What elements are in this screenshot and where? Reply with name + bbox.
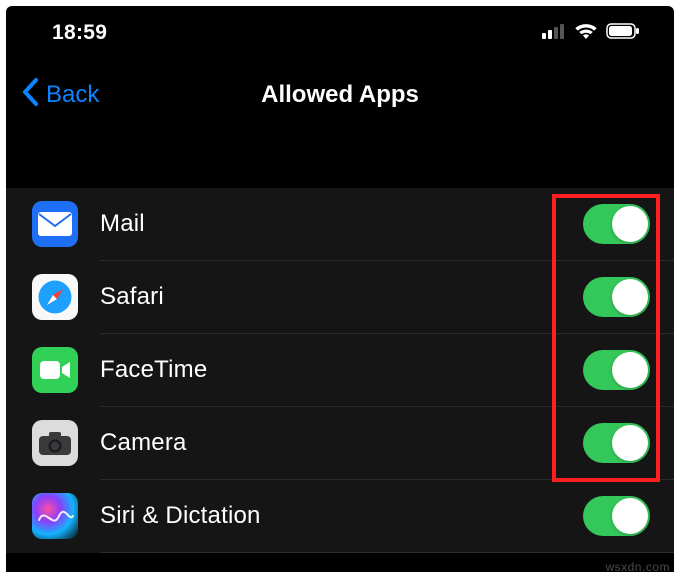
- row-label: Siri & Dictation: [100, 502, 261, 530]
- allowed-apps-list: Mail Safari FaceTime: [6, 188, 674, 553]
- camera-icon: [32, 420, 78, 466]
- toggle-safari[interactable]: [583, 277, 650, 317]
- row-label: FaceTime: [100, 356, 207, 384]
- back-label: Back: [46, 81, 99, 109]
- status-indicators: [542, 22, 640, 45]
- toggle-siri[interactable]: [583, 496, 650, 536]
- row-label: Mail: [100, 210, 145, 238]
- row-camera: Camera: [6, 407, 674, 479]
- wifi-icon: [574, 22, 598, 45]
- row-label: Camera: [100, 429, 187, 457]
- mail-icon: [32, 201, 78, 247]
- battery-icon: [606, 23, 640, 44]
- chevron-left-icon: [22, 78, 40, 113]
- row-label: Safari: [100, 283, 164, 311]
- siri-icon: [32, 493, 78, 539]
- nav-bar: Back Allowed Apps: [6, 60, 674, 130]
- facetime-icon: [32, 347, 78, 393]
- status-bar: 18:59: [6, 6, 674, 60]
- row-facetime: FaceTime: [6, 334, 674, 406]
- toggle-facetime[interactable]: [583, 350, 650, 390]
- back-button[interactable]: Back: [22, 78, 99, 113]
- cellular-icon: [542, 23, 566, 44]
- page-title: Allowed Apps: [6, 81, 674, 109]
- row-siri: Siri & Dictation: [6, 480, 674, 552]
- screen: 18:59: [6, 6, 674, 572]
- row-safari: Safari: [6, 261, 674, 333]
- section-gap: [6, 130, 674, 188]
- row-mail: Mail: [6, 188, 674, 260]
- toggle-camera[interactable]: [583, 423, 650, 463]
- watermark: wsxdn.com: [605, 560, 670, 572]
- status-time: 18:59: [52, 21, 107, 45]
- safari-icon: [32, 274, 78, 320]
- toggle-mail[interactable]: [583, 204, 650, 244]
